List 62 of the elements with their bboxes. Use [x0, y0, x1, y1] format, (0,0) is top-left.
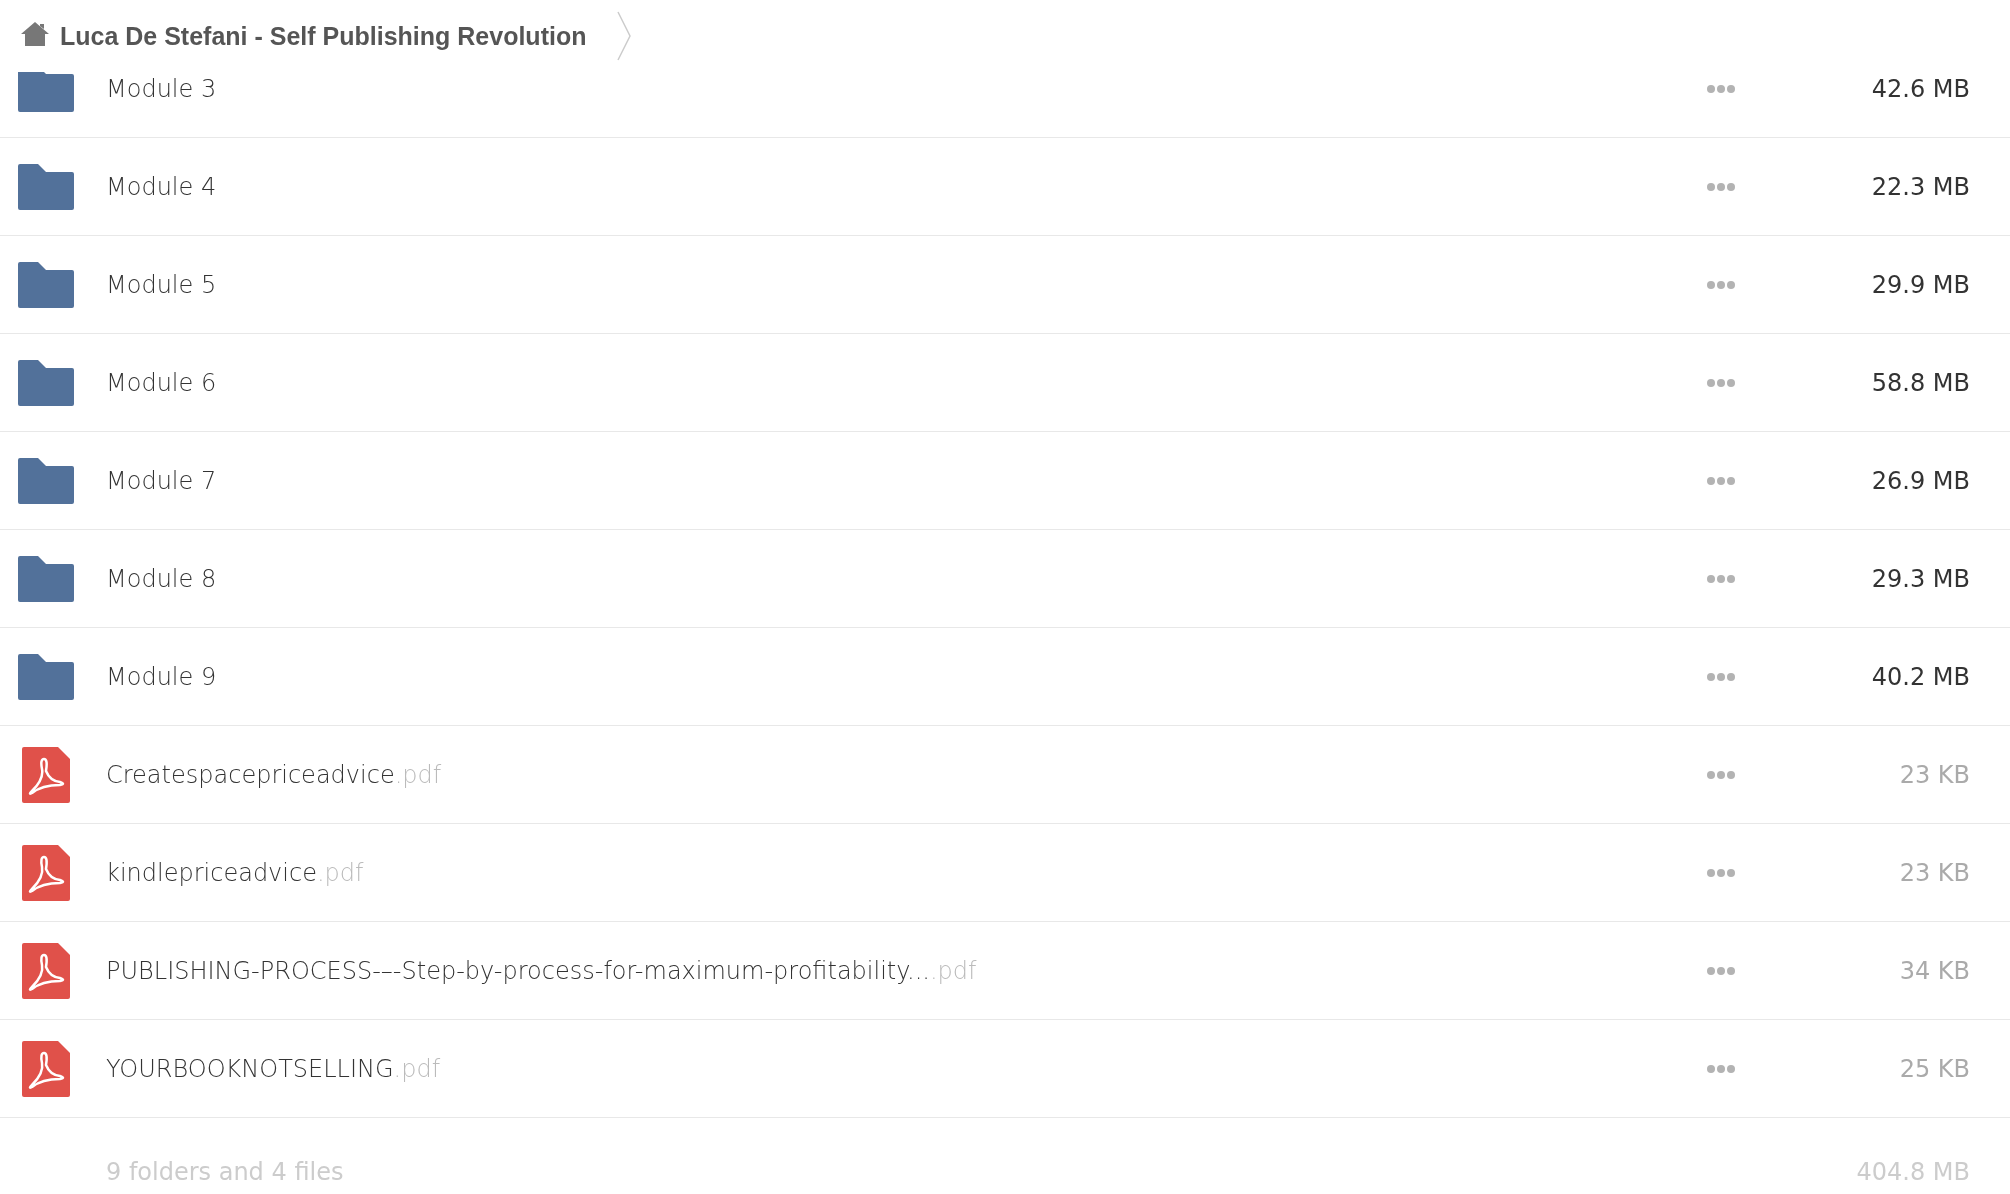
file-size: 29.9 MB — [1870, 270, 1970, 299]
file-name[interactable]: Module 7 — [106, 466, 217, 495]
breadcrumb-title[interactable]: Luca De Stefani - Self Publishing Revolution — [60, 21, 587, 51]
folder-icon — [18, 359, 74, 406]
file-size: 26.9 MB — [1870, 466, 1970, 495]
more-options-icon[interactable] — [1707, 770, 1735, 779]
file-size: 23 KB — [1898, 858, 1970, 887]
more-options-icon[interactable] — [1707, 378, 1735, 387]
file-row[interactable]: Module 8 29.3 MB — [0, 530, 2010, 628]
file-row[interactable]: Module 7 26.9 MB — [0, 432, 2010, 530]
more-options-icon[interactable] — [1707, 476, 1735, 485]
file-name[interactable]: kindlepriceadvice — [106, 858, 317, 887]
more-options-icon[interactable] — [1707, 182, 1735, 191]
folder-icon — [18, 457, 74, 504]
file-name[interactable]: Module 3 — [106, 74, 217, 103]
file-row[interactable]: Module 5 29.9 MB — [0, 236, 2010, 334]
file-name[interactable]: YOURBOOKNOTSELLING — [106, 1054, 394, 1083]
file-extension: .pdf — [316, 858, 364, 887]
folder-icon — [18, 163, 74, 210]
more-options-icon[interactable] — [1707, 868, 1735, 877]
folder-icon — [18, 72, 74, 112]
pdf-icon — [22, 1040, 70, 1097]
file-row[interactable]: Module 6 58.8 MB — [0, 334, 2010, 432]
file-name[interactable]: Createspacepriceadvice — [106, 760, 395, 789]
more-options-icon[interactable] — [1707, 966, 1735, 975]
file-row[interactable]: PUBLISHING-PROCESS-–-Step-by-process-for-maximum-profitability....pdf 34 KB — [0, 922, 2010, 1020]
file-row[interactable]: YOURBOOKNOTSELLING.pdf 25 KB — [0, 1020, 2010, 1118]
pdf-icon — [22, 746, 70, 803]
file-extension: .pdf — [929, 956, 977, 985]
more-options-icon[interactable] — [1707, 280, 1735, 289]
file-size: 23 KB — [1898, 760, 1970, 789]
file-size: 29.3 MB — [1870, 564, 1970, 593]
file-size: 34 KB — [1898, 956, 1970, 985]
file-size: 25 KB — [1898, 1054, 1970, 1083]
file-name[interactable]: PUBLISHING-PROCESS-–-Step-by-process-for-maximum-profitability... — [106, 956, 930, 985]
file-size: 22.3 MB — [1870, 172, 1970, 201]
file-row[interactable]: kindlepriceadvice.pdf 23 KB — [0, 824, 2010, 922]
file-size: 40.2 MB — [1870, 662, 1970, 691]
folder-icon — [18, 555, 74, 602]
file-row[interactable]: Module 3 42.6 MB — [0, 72, 2010, 138]
file-row[interactable]: Module 4 22.3 MB — [0, 138, 2010, 236]
chevron-icon — [616, 11, 633, 61]
file-name[interactable]: Module 4 — [106, 172, 217, 201]
more-options-icon[interactable] — [1707, 574, 1735, 583]
folder-icon — [18, 653, 74, 700]
file-name[interactable]: Module 5 — [106, 270, 217, 299]
pdf-icon — [22, 942, 70, 999]
file-size: 58.8 MB — [1870, 368, 1970, 397]
file-extension: .pdf — [394, 760, 442, 789]
more-options-icon[interactable] — [1707, 672, 1735, 681]
more-options-icon[interactable] — [1707, 1064, 1735, 1073]
file-row[interactable]: Createspacepriceadvice.pdf 23 KB — [0, 726, 2010, 824]
file-name[interactable]: Module 8 — [106, 564, 217, 593]
folder-icon — [18, 261, 74, 308]
file-row[interactable]: Module 9 40.2 MB — [0, 628, 2010, 726]
file-extension: .pdf — [393, 1054, 441, 1083]
home-icon[interactable] — [20, 21, 50, 47]
file-size: 42.6 MB — [1870, 74, 1970, 103]
pdf-icon — [22, 844, 70, 901]
file-name[interactable]: Module 6 — [106, 368, 217, 397]
more-options-icon[interactable] — [1707, 84, 1735, 93]
file-name[interactable]: Module 9 — [106, 662, 217, 691]
